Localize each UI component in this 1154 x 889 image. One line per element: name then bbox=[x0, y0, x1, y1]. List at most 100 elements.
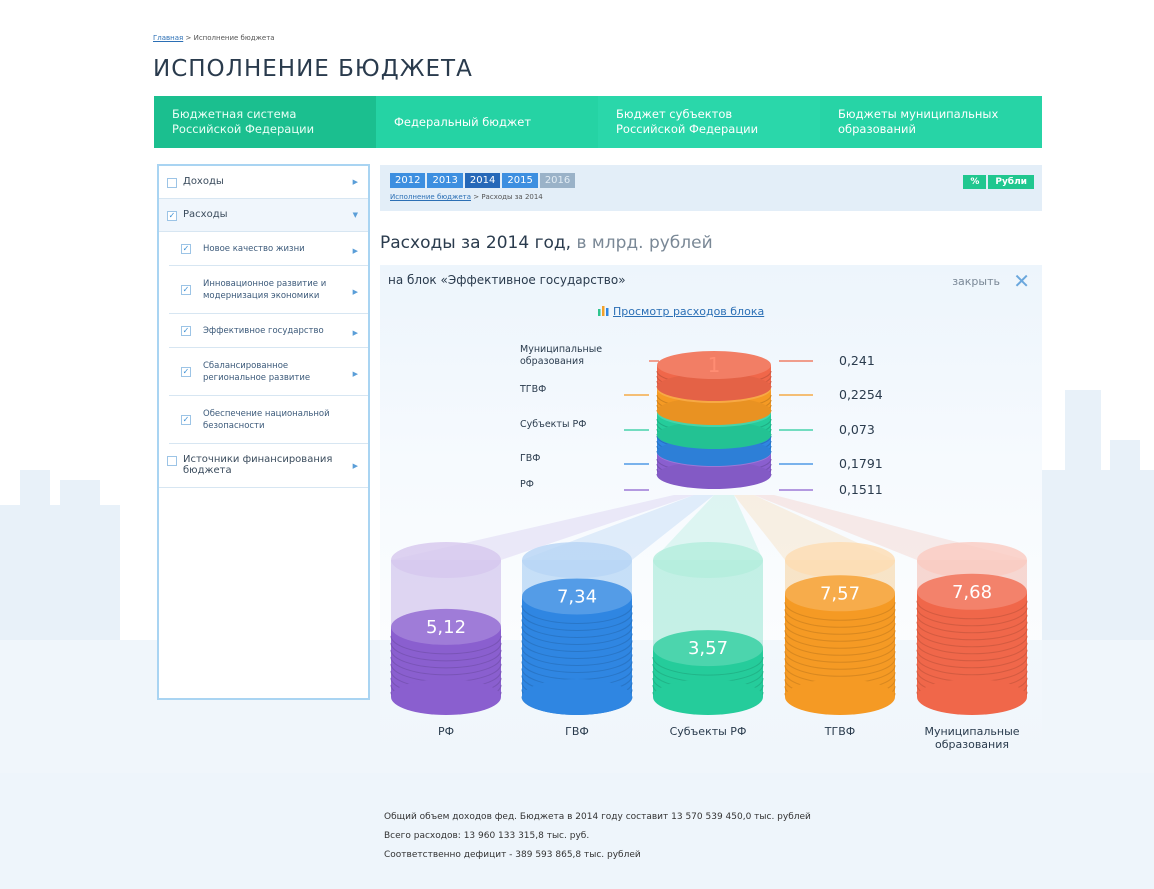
stack-value-label: 0,073 bbox=[839, 422, 875, 437]
year-2015-button[interactable]: 2015 bbox=[502, 173, 538, 188]
sidebar-item-label: Обеспечение национальной безопасности bbox=[203, 408, 330, 431]
breadcrumb: Главная > Исполнение бюджета bbox=[153, 34, 275, 42]
unit-switch: % Рубли bbox=[963, 175, 1034, 189]
column-base bbox=[522, 679, 632, 715]
checkbox[interactable]: ✓ bbox=[181, 366, 191, 377]
tab-label-line2: Российской Федерации bbox=[172, 122, 315, 136]
stack-legend-label: ГВФ bbox=[520, 453, 541, 464]
checkbox[interactable] bbox=[167, 178, 177, 188]
checkbox[interactable] bbox=[167, 456, 177, 466]
tab-label-line1: Федеральный бюджет bbox=[394, 114, 532, 129]
stack-legend-label: Муниципальные bbox=[520, 344, 602, 355]
chevron-right-icon: ▶ bbox=[352, 461, 358, 470]
column-base bbox=[653, 679, 763, 715]
year-2014-button[interactable]: 2014 bbox=[464, 173, 501, 188]
chevron-right-icon: ▶ bbox=[352, 328, 358, 337]
totals-summary: Общий объем доходов фед. Бюджета в 2014 … bbox=[384, 808, 811, 865]
bar-value-label: 7,68 bbox=[952, 582, 992, 603]
checkbox[interactable]: ✓ bbox=[181, 243, 191, 254]
sub-breadcrumb-link[interactable]: Исполнение бюджета bbox=[390, 193, 471, 201]
category-label: ТГВФ bbox=[824, 725, 855, 738]
sidebar-item-label: Инновационное развитие и модернизация эк… bbox=[203, 278, 327, 301]
year-2013-button[interactable]: 2013 bbox=[427, 173, 463, 188]
breadcrumb-home-link[interactable]: Главная bbox=[153, 34, 183, 42]
sub-breadcrumb: Исполнение бюджета > Расходы за 2014 bbox=[390, 193, 1032, 201]
stack-top-label: 1 bbox=[708, 353, 721, 377]
stack-legend-label: ТГВФ bbox=[519, 384, 546, 395]
year-2016-button[interactable]: 2016 bbox=[539, 173, 576, 188]
chevron-right-icon: ▶ bbox=[352, 178, 358, 186]
year-toolbar: 2012 2013 2014 2015 2016 Исполнение бюдж… bbox=[380, 165, 1042, 211]
breadcrumb-current: Исполнение бюджета bbox=[193, 34, 275, 42]
tab-label-line2: образований bbox=[838, 122, 916, 136]
chevron-down-icon: ▼ bbox=[352, 211, 358, 219]
tab-label-line2: Российской Федерации bbox=[616, 122, 759, 136]
category-label: образования bbox=[935, 738, 1009, 751]
checkbox[interactable]: ✓ bbox=[181, 284, 191, 295]
bar-value-label: 7,34 bbox=[557, 586, 597, 607]
column-glass-top bbox=[653, 542, 763, 578]
sub-breadcrumb-current: Расходы за 2014 bbox=[481, 193, 543, 201]
chevron-right-icon: ▶ bbox=[352, 369, 358, 378]
column-glass-top bbox=[391, 542, 501, 578]
stack-value-label: 0,1791 bbox=[839, 456, 883, 471]
block-panel: на блок «Эффективное государство» закрыт… bbox=[380, 265, 1042, 769]
stack-value-label: 0,1511 bbox=[839, 482, 883, 497]
sidebar-item-label: Сбалансированное региональное развитие bbox=[203, 360, 311, 383]
sidebar-subitem-effective-state[interactable]: ✓ Эффективное государство ▶ bbox=[169, 314, 368, 348]
breadcrumb-separator: > bbox=[185, 34, 192, 42]
bar-value-label: 5,12 bbox=[426, 617, 466, 638]
sidebar-subitem-innovation[interactable]: ✓ Инновационное развитие и модернизация … bbox=[169, 266, 368, 314]
column-glass-top bbox=[917, 542, 1027, 578]
column-glass-top bbox=[522, 542, 632, 578]
page-title: ИСПОЛНЕНИЕ БЮДЖЕТА bbox=[153, 56, 473, 82]
percent-button[interactable]: % bbox=[963, 175, 987, 189]
tab-budget-system[interactable]: Бюджетная система Российской Федерации bbox=[154, 96, 376, 148]
sidebar-item-label: Новое качество жизни bbox=[203, 243, 305, 254]
main-content: 2012 2013 2014 2015 2016 Исполнение бюдж… bbox=[380, 165, 1042, 769]
checkbox[interactable]: ✓ bbox=[181, 325, 191, 336]
bar-value-label: 7,57 bbox=[820, 583, 860, 604]
column-glass-top bbox=[785, 542, 895, 578]
checkbox[interactable]: ✓ bbox=[181, 414, 191, 425]
bar-value-label: 3,57 bbox=[688, 638, 728, 659]
checkbox[interactable]: ✓ bbox=[167, 211, 177, 221]
stack-legend-label: образования bbox=[520, 356, 584, 367]
sidebar-item-label: Источники финансирования бюджета bbox=[183, 454, 333, 476]
tab-federal-budget[interactable]: Федеральный бюджет bbox=[376, 96, 598, 148]
sidebar-item-financing-sources[interactable]: Источники финансирования бюджета ▶ bbox=[159, 444, 368, 488]
tab-municipal-budgets[interactable]: Бюджеты муниципальных образований bbox=[820, 96, 1042, 148]
category-label: Муниципальные bbox=[924, 725, 1019, 738]
stack-value-label: 0,241 bbox=[839, 353, 875, 368]
chart-heading: Расходы за 2014 год, в млрд. рублей bbox=[380, 233, 1042, 257]
category-label: РФ bbox=[438, 725, 454, 738]
top-navigation: Бюджетная система Российской Федерации Фе… bbox=[154, 96, 1042, 148]
stack-legend-label: РФ bbox=[520, 479, 534, 490]
chart-heading-main: Расходы за 2014 год, bbox=[380, 233, 572, 253]
rubles-button[interactable]: Рубли bbox=[988, 175, 1034, 189]
sidebar-subitem-quality-of-life[interactable]: ✓ Новое качество жизни ▶ bbox=[169, 232, 368, 266]
total-income-text: Общий объем доходов фед. Бюджета в 2014 … bbox=[384, 812, 811, 822]
tab-label-line1: Бюджетная система bbox=[172, 107, 297, 121]
stack-legend-label: Субъекты РФ bbox=[520, 419, 586, 430]
sidebar-subitem-security[interactable]: ✓ Обеспечение национальной безопасности bbox=[169, 396, 368, 444]
tab-label-line1: Бюджет субъектов bbox=[616, 107, 733, 121]
deficit-text: Соответственно дефицит - 389 593 865,8 т… bbox=[384, 850, 641, 860]
chevron-right-icon: ▶ bbox=[352, 246, 358, 255]
chevron-right-icon: ▶ bbox=[352, 287, 358, 296]
sidebar-subitem-regional[interactable]: ✓ Сбалансированное региональное развитие… bbox=[169, 348, 368, 396]
total-expenses-text: Всего расходов: 13 960 133 315,8 тыс. ру… bbox=[384, 831, 590, 841]
tab-label-line1: Бюджеты муниципальных bbox=[838, 107, 999, 121]
year-2012-button[interactable]: 2012 bbox=[390, 173, 426, 188]
column-base bbox=[917, 679, 1027, 715]
sidebar-item-label: Эффективное государство bbox=[203, 325, 324, 336]
sidebar-item-label: Доходы bbox=[183, 176, 224, 187]
category-label: ГВФ bbox=[565, 725, 589, 738]
sidebar-item-income[interactable]: Доходы ▶ bbox=[159, 166, 368, 199]
column-base bbox=[391, 679, 501, 715]
tab-subjects-budget[interactable]: Бюджет субъектов Российской Федерации bbox=[598, 96, 820, 148]
year-selector: 2012 2013 2014 2015 2016 bbox=[390, 173, 1032, 188]
sidebar-item-expenses[interactable]: ✓ Расходы ▼ bbox=[159, 199, 368, 232]
category-label: Субъекты РФ bbox=[670, 725, 747, 738]
expenses-chart: 5,12 РФ 7,34 ГВФ 3,57 Субъекты РФ 7,57 ТГВФ 7,68… bbox=[390, 344, 1028, 751]
